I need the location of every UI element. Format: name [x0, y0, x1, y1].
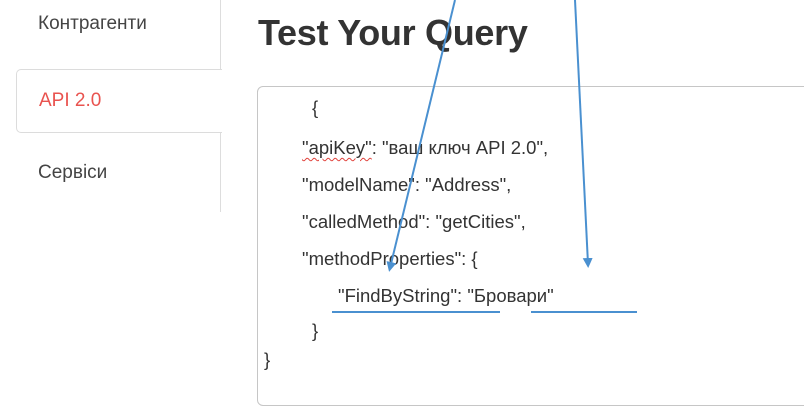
sidebar-item-services[interactable]: Сервіси [16, 141, 220, 205]
code-apikey-line: "apiKey": "ваш ключ API 2.0", [302, 137, 548, 159]
code-methodproperties-line: "methodProperties": { [302, 248, 478, 269]
brovary-underline [531, 311, 637, 313]
findbystring-key: "FindByString" [338, 285, 458, 306]
code-modelname-line: "modelName": "Address", [302, 174, 512, 195]
query-textarea[interactable]: { "apiKey": "ваш ключ API 2.0", "modelNa… [257, 86, 804, 406]
sidebar-item-label: API 2.0 [39, 90, 102, 111]
code-close-brace-outer: } [264, 349, 271, 370]
sidebar-item-api[interactable]: API 2.0 [16, 69, 222, 133]
page-title: Test Your Query [258, 12, 528, 53]
code-close-brace-inner: } [312, 320, 319, 341]
code-open-brace-inner: { [312, 97, 319, 118]
sidebar: Контрагенти API 2.0 Сервіси [0, 0, 222, 389]
code-separator: : [457, 285, 468, 306]
sidebar-item-label: Контрагенти [38, 13, 147, 34]
sidebar-item-counterparties[interactable]: Контрагенти [16, 0, 220, 56]
code-calledmethod-line: "calledMethod": "getCities", [302, 211, 526, 232]
apikey-value: : "ваш ключ API 2.0", [371, 137, 549, 158]
findbystring-underline [332, 311, 500, 313]
sidebar-item-label: Сервіси [38, 162, 108, 183]
code-findbystring-line: "FindByString": "Бровари" [338, 285, 554, 307]
findbystring-value: "Бровари" [467, 285, 554, 306]
apikey-key: "apiKey" [302, 137, 372, 158]
